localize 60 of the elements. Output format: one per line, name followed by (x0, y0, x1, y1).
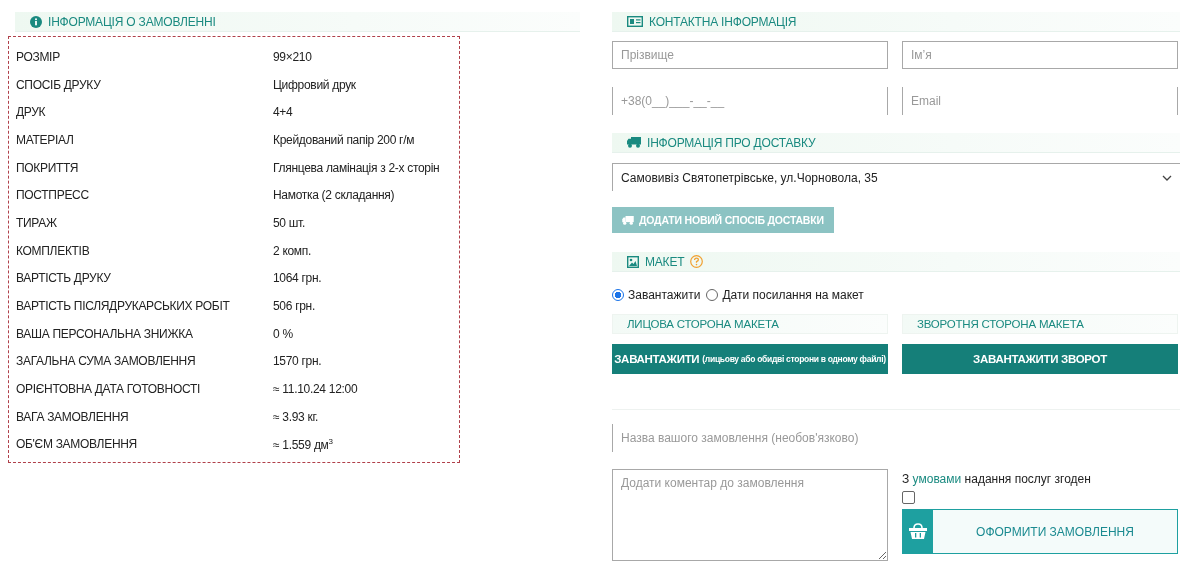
info-value: Цифровий друк (273, 77, 357, 92)
image-icon (627, 255, 639, 268)
comment-field[interactable]: Додати коментар до замовлення (612, 469, 888, 561)
chevron-down-icon (1162, 174, 1172, 181)
info-value: 506 грн. (273, 299, 316, 314)
info-label: МАТЕРІАЛ (16, 132, 75, 147)
radio-button[interactable] (706, 289, 719, 301)
info-label: ВАРТІСТЬ ДРУКУ (16, 271, 112, 286)
input-field[interactable]: Прізвище (612, 41, 888, 69)
side-title: ЗВОРОТНЯ СТОРОНА МАКЕТА (902, 314, 1178, 334)
truck-icon (622, 215, 634, 225)
upload-button[interactable]: ЗАВАНТАЖИТИ ЗВОРОТ (902, 344, 1178, 374)
section-title: ІНФОРМАЦІЯ ПРО ДОСТАВКУ (647, 135, 816, 150)
section-title: МАКЕТ (645, 254, 685, 269)
info-label: ЗАГАЛЬНА СУМА ЗАМОВЛЕННЯ (16, 354, 197, 369)
info-value: 4+4 (273, 105, 294, 120)
info-value: Намотка (2 складання) (273, 188, 396, 203)
input-field[interactable]: +38(0__)___-__-__ (612, 87, 888, 115)
info-value: Крейдований папір 200 г/м (273, 132, 416, 147)
truck-icon (627, 137, 641, 148)
info-value: 2 комп. (273, 243, 313, 258)
info-label: КОМПЛЕКТІВ (16, 243, 91, 258)
info-label: ВАРТІСТЬ ПІСЛЯДРУКАРСЬКИХ РОБІТ (16, 299, 231, 314)
info-label: СПОСІБ ДРУКУ (16, 77, 102, 92)
info-value: 1570 грн. (273, 354, 323, 369)
info-label: ОРІЄНТОВНА ДАТА ГОТОВНОСТІ (16, 382, 201, 397)
side-title: ЛИЦОВА СТОРОНА МАКЕТА (612, 314, 888, 334)
info-value: 99×210 (273, 49, 313, 64)
info-label: ПОКРИТТЯ (16, 160, 80, 175)
checkbox[interactable] (902, 491, 915, 504)
info-value: 0 % (273, 326, 294, 341)
info-label: ДРУК (16, 105, 47, 120)
option-label: Завантажити (628, 288, 701, 302)
id-card-icon (627, 16, 643, 27)
radio-button[interactable] (612, 289, 624, 301)
info-value: ≈ 11.10.24 12:00 (273, 382, 359, 397)
info-label: ПОСТПРЕСС (16, 188, 90, 203)
info-label: ОБ'ЄМ ЗАМОВЛЕННЯ (16, 437, 138, 452)
input-field[interactable]: Ім’я (902, 41, 1178, 69)
input-field[interactable]: Email (902, 87, 1178, 115)
upload-button[interactable]: ЗАВАНТАЖИТИ (лицьову або обидві сторони в одному файлі) (612, 344, 888, 374)
info-value: 1064 грн. (273, 271, 323, 286)
delivery-select[interactable]: Самовивіз Святопетрівське, ул.Чорновола, 35 (612, 163, 1180, 191)
terms-link[interactable]: умовами (912, 472, 962, 486)
select-value: Самовивіз Святопетрівське, ул.Чорновола, 35 (621, 170, 878, 185)
info-label: ТИРАЖ (16, 215, 58, 230)
info-label: РОЗМІР (16, 49, 61, 64)
info-value: ≈ 3.93 кг. (273, 409, 320, 424)
info-value: Глянцева ламінація з 2-х сторін (273, 160, 441, 175)
terms-text: З умовами надання послуг згоден (902, 472, 1092, 486)
info-label: ВАГА ЗАМОВЛЕННЯ (16, 409, 130, 424)
submit-button[interactable]: ОФОРМИТИ ЗАМОВЛЕННЯ (902, 509, 1178, 554)
info-value: ≈ 1.559 дм$^{3}$ (273, 436, 334, 452)
basket-icon (908, 523, 928, 540)
radio-option[interactable]: Завантажити (612, 288, 701, 302)
info-label: ВАША ПЕРСОНАЛЬНА ЗНИЖКА (16, 326, 194, 341)
section-title: КОНТАКТНА ІНФОРМАЦІЯ (649, 14, 797, 29)
info-icon (30, 15, 42, 28)
info-value: 50 шт. (273, 215, 306, 230)
section-title: ІНФОРМАЦІЯ О ЗАМОВЛЕННІ (48, 14, 216, 29)
